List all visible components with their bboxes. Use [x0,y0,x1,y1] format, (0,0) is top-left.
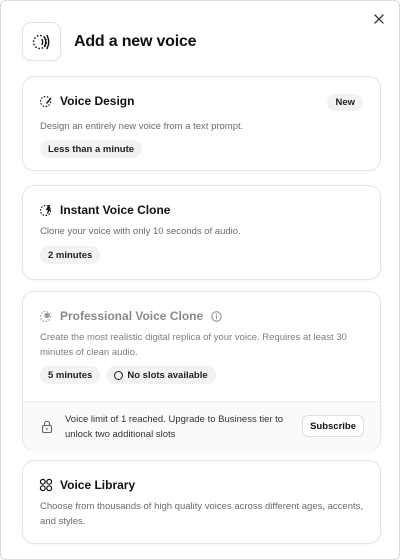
lock-icon [41,420,53,433]
voice-limit-text: Voice limit of 1 reached. Upgrade to Bus… [65,414,284,440]
grid-circles-icon [39,478,53,492]
professional-clone-header: Professional Voice Clone [39,309,222,323]
instant-clone-header: Instant Voice Clone [39,203,170,217]
voice-library-card[interactable]: Voice Library Choose from thousands of h… [22,460,381,544]
sparkle-dots-icon [39,310,52,323]
voice-library-header: Voice Library [39,478,135,492]
instant-voice-clone-card[interactable]: Instant Voice Clone Clone your voice wit… [22,185,381,280]
voice-library-description: Choose from thousands of high quality vo… [40,501,364,527]
professional-clone-title: Professional Voice Clone [60,309,204,323]
voice-design-description: Design an entirely new voice from a text… [40,121,244,132]
info-icon[interactable] [211,310,222,322]
add-voice-dialog: Add a new voice Voice Design New Design … [0,0,400,560]
slots-pill-label: No slots available [127,369,208,381]
voice-design-card[interactable]: Voice Design New Design an entirely new … [22,76,381,171]
voice-design-header: Voice Design [39,94,134,108]
empty-circle-icon [114,370,124,380]
dialog-header: Add a new voice [22,22,197,61]
voice-design-title: Voice Design [60,94,135,108]
professional-voice-clone-card: Professional Voice Clone Create the most… [22,291,381,451]
voice-library-title: Voice Library [60,478,136,492]
instant-clone-title: Instant Voice Clone [60,203,171,217]
instant-clone-description: Clone your voice with only 10 seconds of… [40,226,241,237]
lightning-icon [39,204,52,217]
new-badge: New [327,94,363,111]
duration-pill: Less than a minute [40,140,143,158]
professional-clone-description: Create the most realistic digital replic… [40,332,347,358]
dialog-title: Add a new voice [74,32,197,50]
subscribe-button[interactable]: Subscribe [302,415,364,437]
close-button[interactable] [371,11,387,27]
close-icon [374,14,384,24]
sparkle-pen-icon [39,95,52,108]
voice-waves-icon [22,22,61,61]
slots-pill: No slots available [106,366,216,384]
duration-pill: 2 minutes [40,246,101,264]
voice-limit-notice: Voice limit of 1 reached. Upgrade to Bus… [23,401,380,451]
duration-pill: 5 minutes [40,366,101,384]
